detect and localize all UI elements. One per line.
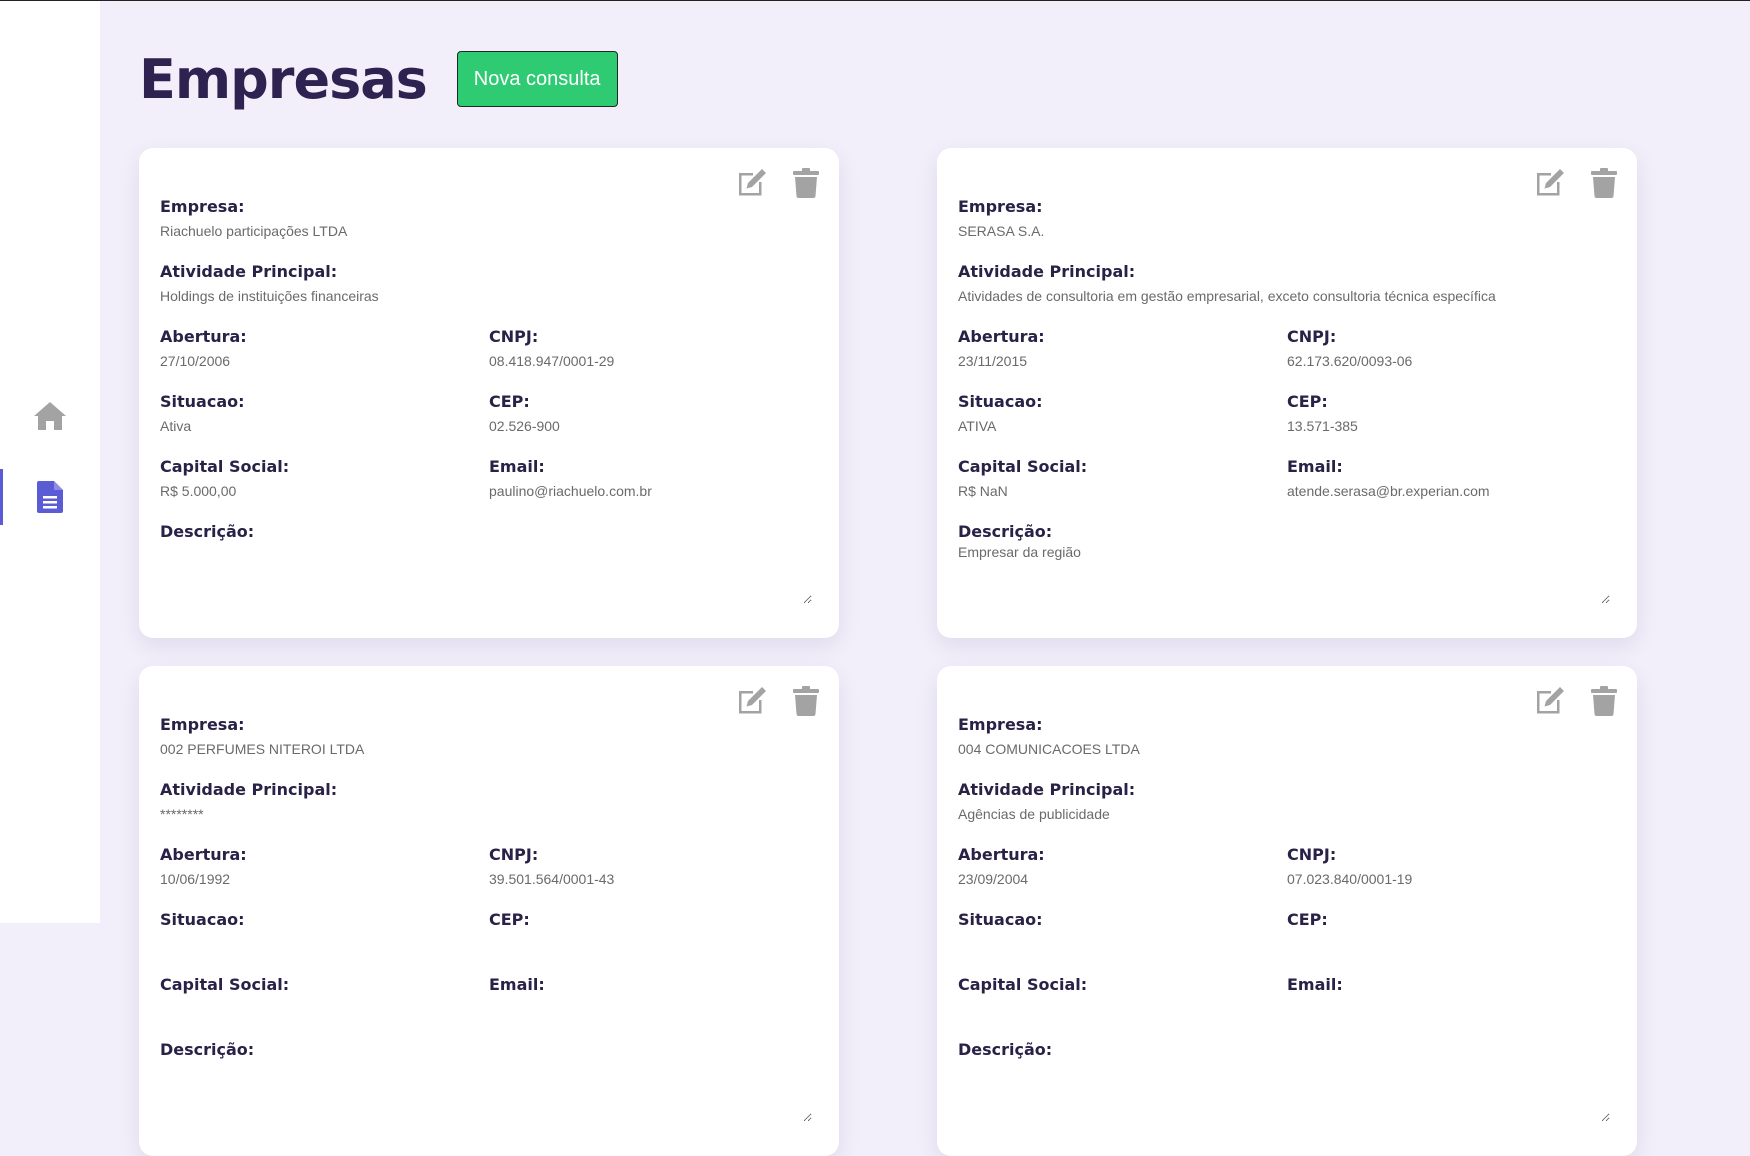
atividade-label: Atividade Principal: bbox=[160, 780, 338, 799]
email-value: paulino@riachuelo.com.br bbox=[489, 483, 652, 499]
situacao-label: Situacao: bbox=[958, 392, 1043, 411]
trash-icon[interactable] bbox=[793, 686, 819, 716]
empresa-label: Empresa: bbox=[958, 715, 1043, 734]
abertura-value: 27/10/2006 bbox=[160, 353, 231, 369]
abertura-label: Abertura: bbox=[958, 327, 1045, 346]
sidebar bbox=[0, 0, 100, 923]
situacao-value: Ativa bbox=[160, 418, 192, 434]
atividade-value: Holdings de instituições financeiras bbox=[160, 288, 379, 304]
card-actions bbox=[737, 168, 819, 198]
cep-label: CEP: bbox=[489, 392, 530, 411]
empresa-value: SERASA S.A. bbox=[958, 223, 1045, 239]
capital-label: Capital Social: bbox=[958, 975, 1088, 994]
cep-value: 02.526-900 bbox=[489, 418, 560, 434]
sidebar-item-documents[interactable] bbox=[0, 469, 100, 525]
empresa-value: 004 COMUNICACOES LTDA bbox=[958, 741, 1140, 757]
situacao-label: Situacao: bbox=[160, 392, 245, 411]
sidebar-item-home[interactable] bbox=[0, 388, 100, 444]
cep-value: 13.571-385 bbox=[1287, 418, 1358, 434]
cnpj-label: CNPJ: bbox=[1287, 845, 1337, 864]
edit-icon[interactable] bbox=[737, 686, 767, 716]
page-title: Empresas bbox=[139, 47, 428, 111]
capital-label: Capital Social: bbox=[160, 975, 290, 994]
cnpj-label: CNPJ: bbox=[489, 327, 539, 346]
empresa-value: Riachuelo participações LTDA bbox=[160, 223, 348, 239]
descricao-label: Descrição: bbox=[958, 522, 1053, 541]
trash-icon[interactable] bbox=[793, 168, 819, 198]
main-content: Empresas Nova consulta Empresa: Riachuel… bbox=[100, 0, 1750, 1156]
email-value: atende.serasa@br.experian.com bbox=[1287, 483, 1490, 499]
document-icon bbox=[37, 481, 63, 513]
descricao-textarea[interactable] bbox=[958, 544, 1610, 604]
capital-value: R$ 5.000,00 bbox=[160, 483, 237, 499]
abertura-value: 23/11/2015 bbox=[958, 353, 1028, 369]
situacao-label: Situacao: bbox=[160, 910, 245, 929]
empresa-label: Empresa: bbox=[958, 197, 1043, 216]
trash-icon[interactable] bbox=[1591, 686, 1617, 716]
cnpj-label: CNPJ: bbox=[1287, 327, 1337, 346]
trash-icon[interactable] bbox=[1591, 168, 1617, 198]
company-card: Empresa: Riachuelo participações LTDA At… bbox=[139, 148, 839, 638]
descricao-textarea[interactable] bbox=[160, 1062, 812, 1122]
cnpj-label: CNPJ: bbox=[489, 845, 539, 864]
card-actions bbox=[1535, 168, 1617, 198]
empresa-label: Empresa: bbox=[160, 715, 245, 734]
cnpj-value: 62.173.620/0093-06 bbox=[1287, 353, 1413, 369]
cnpj-value: 08.418.947/0001-29 bbox=[489, 353, 615, 369]
descricao-label: Descrição: bbox=[160, 1040, 255, 1059]
descricao-textarea[interactable] bbox=[160, 544, 812, 604]
empresa-label: Empresa: bbox=[160, 197, 245, 216]
email-label: Email: bbox=[489, 975, 545, 994]
abertura-label: Abertura: bbox=[160, 845, 247, 864]
descricao-label: Descrição: bbox=[160, 522, 255, 541]
capital-value: R$ NaN bbox=[958, 483, 1008, 499]
email-label: Email: bbox=[489, 457, 545, 476]
card-actions bbox=[1535, 686, 1617, 716]
active-indicator bbox=[0, 469, 3, 525]
abertura-value: 10/06/1992 bbox=[160, 871, 231, 887]
email-label: Email: bbox=[1287, 457, 1343, 476]
top-border bbox=[0, 0, 1750, 1]
email-label: Email: bbox=[1287, 975, 1343, 994]
abertura-label: Abertura: bbox=[958, 845, 1045, 864]
card-actions bbox=[737, 686, 819, 716]
edit-icon[interactable] bbox=[737, 168, 767, 198]
cnpj-value: 07.023.840/0001-19 bbox=[1287, 871, 1413, 887]
home-icon bbox=[34, 402, 66, 430]
empresa-value: 002 PERFUMES NITEROI LTDA bbox=[160, 741, 365, 757]
company-card: Empresa: 002 PERFUMES NITEROI LTDA Ativi… bbox=[139, 666, 839, 1156]
situacao-value: ATIVA bbox=[958, 418, 997, 434]
new-query-button[interactable]: Nova consulta bbox=[456, 51, 618, 107]
atividade-value: Agências de publicidade bbox=[958, 806, 1110, 822]
cnpj-value: 39.501.564/0001-43 bbox=[489, 871, 615, 887]
edit-icon[interactable] bbox=[1535, 686, 1565, 716]
company-card: Empresa: 004 COMUNICACOES LTDA Atividade… bbox=[937, 666, 1637, 1156]
atividade-label: Atividade Principal: bbox=[958, 262, 1136, 281]
page-header: Empresas Nova consulta bbox=[139, 46, 618, 112]
descricao-label: Descrição: bbox=[958, 1040, 1053, 1059]
cep-label: CEP: bbox=[1287, 392, 1328, 411]
situacao-label: Situacao: bbox=[958, 910, 1043, 929]
cep-label: CEP: bbox=[489, 910, 530, 929]
cep-label: CEP: bbox=[1287, 910, 1328, 929]
capital-label: Capital Social: bbox=[958, 457, 1088, 476]
atividade-value: ******** bbox=[160, 806, 204, 822]
abertura-label: Abertura: bbox=[160, 327, 247, 346]
atividade-label: Atividade Principal: bbox=[958, 780, 1136, 799]
abertura-value: 23/09/2004 bbox=[958, 871, 1029, 887]
capital-label: Capital Social: bbox=[160, 457, 290, 476]
company-card: Empresa: SERASA S.A. Atividade Principal… bbox=[937, 148, 1637, 638]
descricao-textarea[interactable] bbox=[958, 1062, 1610, 1122]
atividade-label: Atividade Principal: bbox=[160, 262, 338, 281]
atividade-value: Atividades de consultoria em gestão empr… bbox=[958, 288, 1496, 304]
edit-icon[interactable] bbox=[1535, 168, 1565, 198]
